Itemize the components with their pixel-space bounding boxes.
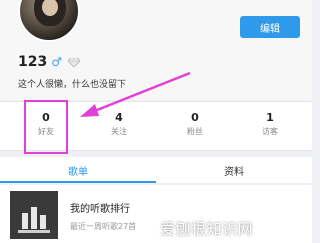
signature: 这个人很懒，什么也没留下 — [18, 80, 127, 90]
avatar[interactable] — [18, 0, 80, 42]
cover-bar — [22, 213, 28, 229]
stat-following[interactable]: 4 关注 — [89, 102, 149, 152]
playlist-cover — [10, 191, 58, 239]
tab-profile[interactable]: 资料 — [156, 157, 312, 183]
active-tab-indicator — [0, 181, 156, 183]
stat-label: 访客 — [262, 127, 278, 136]
cover-bar — [31, 207, 37, 229]
stat-visitors[interactable]: 1 访客 — [240, 102, 300, 152]
list-item[interactable]: 我的听歌排行 最近一周听歌27首 — [0, 185, 312, 243]
male-icon: ♂ — [51, 55, 62, 69]
playlist-subtitle: 最近一周听歌27首 — [70, 222, 137, 231]
diamond-icon[interactable] — [68, 57, 80, 67]
cover-base — [18, 230, 50, 233]
stat-label: 粉丝 — [187, 127, 203, 136]
stat-value: 0 — [191, 111, 199, 124]
name-row: 123 ♂ — [18, 54, 80, 70]
tab-songs[interactable]: 歌单 — [0, 157, 156, 183]
tab-bar: 歌单 资料 — [0, 157, 312, 183]
stat-value: 1 — [266, 111, 274, 124]
cover-bar — [40, 215, 46, 229]
username: 123 — [18, 54, 48, 70]
profile-header: 编辑 123 ♂ 这个人很懒，什么也没留下 — [0, 0, 312, 100]
playlist-title: 我的听歌排行 — [70, 204, 130, 215]
highlight-box — [24, 100, 68, 154]
stat-value: 4 — [115, 111, 123, 124]
stat-fans[interactable]: 0 粉丝 — [165, 102, 225, 152]
edit-button[interactable]: 编辑 — [240, 16, 300, 38]
watermark: 爱刨根知识网 — [160, 220, 254, 238]
stat-label: 关注 — [111, 127, 127, 136]
